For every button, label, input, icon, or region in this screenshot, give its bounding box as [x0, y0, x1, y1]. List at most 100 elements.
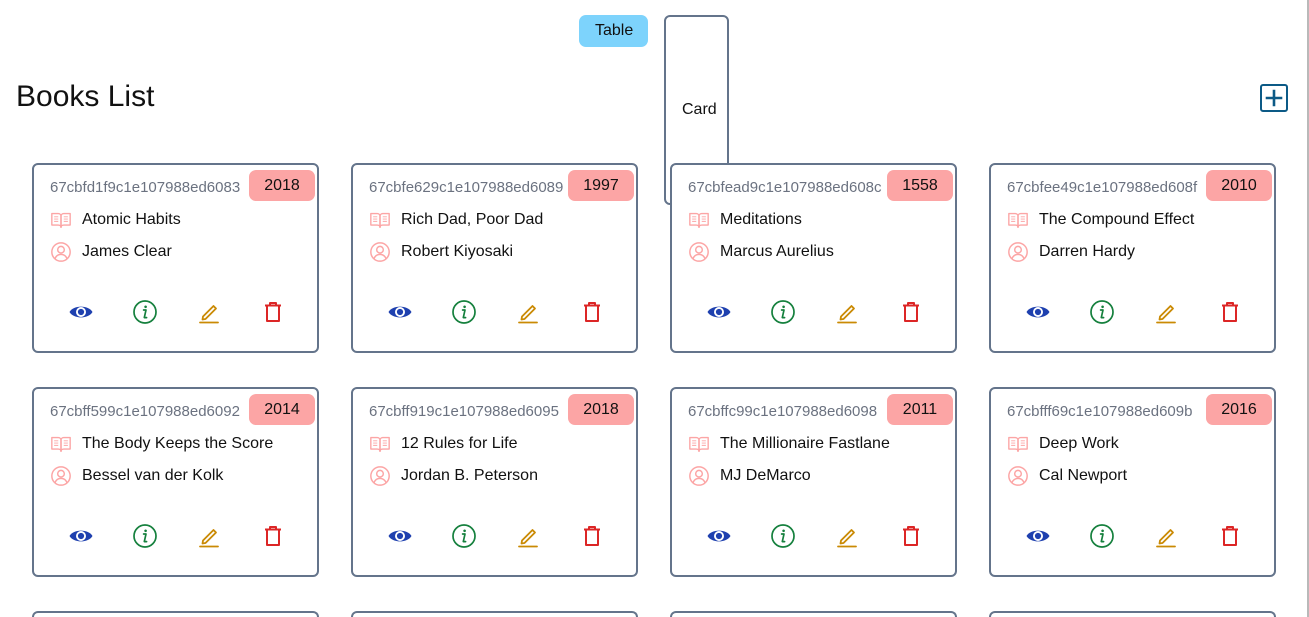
book-card[interactable]: 67cbffc99c1e107988ed6098 2011 The Millio… — [670, 387, 957, 577]
info-button[interactable] — [1089, 299, 1153, 327]
info-circle-icon — [451, 523, 477, 554]
delete-button[interactable] — [260, 523, 317, 554]
trash-icon — [898, 523, 924, 554]
view-button[interactable] — [387, 301, 451, 327]
edit-button[interactable] — [196, 525, 260, 551]
info-circle-icon — [770, 299, 796, 330]
book-card[interactable]: 67cbfd1f9c1e107988ed6083 2018 Atomic Hab… — [32, 163, 319, 353]
delete-button[interactable] — [579, 301, 636, 327]
table-view-button[interactable]: Table — [579, 15, 648, 47]
info-button[interactable] — [770, 299, 834, 330]
year-badge: 1558 — [887, 170, 953, 201]
book-icon — [50, 209, 72, 231]
book-icon — [688, 209, 710, 231]
page-title: Books List — [16, 80, 155, 113]
info-button[interactable] — [770, 523, 834, 554]
title-row: The Body Keeps the Score — [50, 433, 273, 455]
author-row: James Clear — [50, 241, 172, 263]
delete-button[interactable] — [898, 523, 955, 554]
year-badge: 2018 — [568, 394, 634, 425]
edit-button[interactable] — [834, 301, 898, 327]
view-button[interactable] — [68, 525, 132, 551]
title-row: Rich Dad, Poor Dad — [369, 209, 543, 231]
pencil-icon — [515, 299, 541, 330]
view-button[interactable] — [387, 525, 451, 551]
author-row: Marcus Aurelius — [688, 241, 834, 263]
edit-button[interactable] — [515, 525, 579, 551]
info-circle-icon — [770, 523, 796, 554]
card-actions — [1025, 523, 1274, 551]
eye-icon — [387, 523, 413, 554]
view-button[interactable] — [706, 301, 770, 327]
book-title: Rich Dad, Poor Dad — [401, 211, 544, 228]
book-title: The Compound Effect — [1039, 211, 1195, 228]
delete-button[interactable] — [1217, 525, 1274, 551]
year-badge: 2016 — [1206, 394, 1272, 425]
book-icon — [369, 209, 391, 231]
card-actions — [1025, 299, 1274, 327]
book-card-partial[interactable] — [351, 611, 638, 617]
edit-button[interactable] — [196, 301, 260, 327]
book-card-partial[interactable] — [989, 611, 1276, 617]
delete-button[interactable] — [260, 301, 317, 327]
books-grid: 67cbfd1f9c1e107988ed6083 2018 Atomic Hab… — [32, 163, 1276, 617]
delete-button[interactable] — [1217, 301, 1274, 327]
pencil-icon — [196, 523, 222, 554]
view-button[interactable] — [1025, 525, 1089, 551]
delete-button[interactable] — [579, 525, 636, 551]
year-badge: 2014 — [249, 394, 315, 425]
book-author: Robert Kiyosaki — [401, 243, 514, 260]
book-card-partial[interactable] — [32, 611, 319, 617]
book-author: MJ DeMarco — [720, 467, 811, 484]
user-circle-icon — [369, 241, 391, 263]
info-circle-icon — [132, 299, 158, 330]
edit-button[interactable] — [515, 301, 579, 327]
author-row: Darren Hardy — [1007, 241, 1135, 263]
card-actions — [387, 523, 636, 554]
eye-icon — [706, 523, 732, 554]
pencil-icon — [834, 299, 860, 330]
add-book-button[interactable] — [1260, 84, 1288, 112]
user-circle-icon — [50, 241, 72, 263]
edit-button[interactable] — [834, 525, 898, 551]
title-row: 12 Rules for Life — [369, 433, 518, 455]
author-row: Jordan B. Peterson — [369, 465, 538, 487]
card-actions — [706, 299, 955, 330]
info-button[interactable] — [451, 299, 515, 327]
edit-button[interactable] — [1153, 301, 1217, 327]
eye-icon — [387, 299, 413, 330]
info-button[interactable] — [132, 299, 196, 330]
book-card[interactable]: 67cbfff69c1e107988ed609b 2016 Deep Work … — [989, 387, 1276, 577]
pencil-icon — [1153, 523, 1179, 554]
eye-icon — [68, 523, 94, 554]
view-button[interactable] — [1025, 301, 1089, 327]
pencil-icon — [196, 299, 222, 330]
book-author: Cal Newport — [1039, 467, 1128, 484]
book-icon — [1007, 433, 1029, 455]
book-card[interactable]: 67cbfee49c1e107988ed608f 2010 The Compou… — [989, 163, 1276, 353]
book-card-partial[interactable] — [670, 611, 957, 617]
book-card[interactable]: 67cbff919c1e107988ed6095 2018 12 Rules f… — [351, 387, 638, 577]
pencil-icon — [515, 523, 541, 554]
title-row: Deep Work — [1007, 433, 1119, 455]
info-button[interactable] — [132, 523, 196, 554]
author-row: Cal Newport — [1007, 465, 1127, 487]
trash-icon — [260, 523, 286, 554]
book-card[interactable]: 67cbfe629c1e107988ed6089 1997 Rich Dad, … — [351, 163, 638, 353]
book-icon — [369, 433, 391, 455]
edit-button[interactable] — [1153, 525, 1217, 551]
view-button[interactable] — [706, 525, 770, 551]
book-card[interactable]: 67cbfead9c1e107988ed608c 1558 Meditation… — [670, 163, 957, 353]
view-button[interactable] — [68, 301, 132, 327]
book-icon — [1007, 209, 1029, 231]
eye-icon — [706, 299, 732, 330]
delete-button[interactable] — [898, 301, 955, 327]
info-button[interactable] — [451, 523, 515, 554]
book-card[interactable]: 67cbff599c1e107988ed6092 2014 The Body K… — [32, 387, 319, 577]
info-button[interactable] — [1089, 523, 1153, 551]
eye-icon — [68, 299, 94, 330]
book-title: 12 Rules for Life — [401, 435, 518, 452]
book-title: Meditations — [720, 211, 802, 228]
info-circle-icon — [132, 523, 158, 554]
book-icon — [688, 433, 710, 455]
